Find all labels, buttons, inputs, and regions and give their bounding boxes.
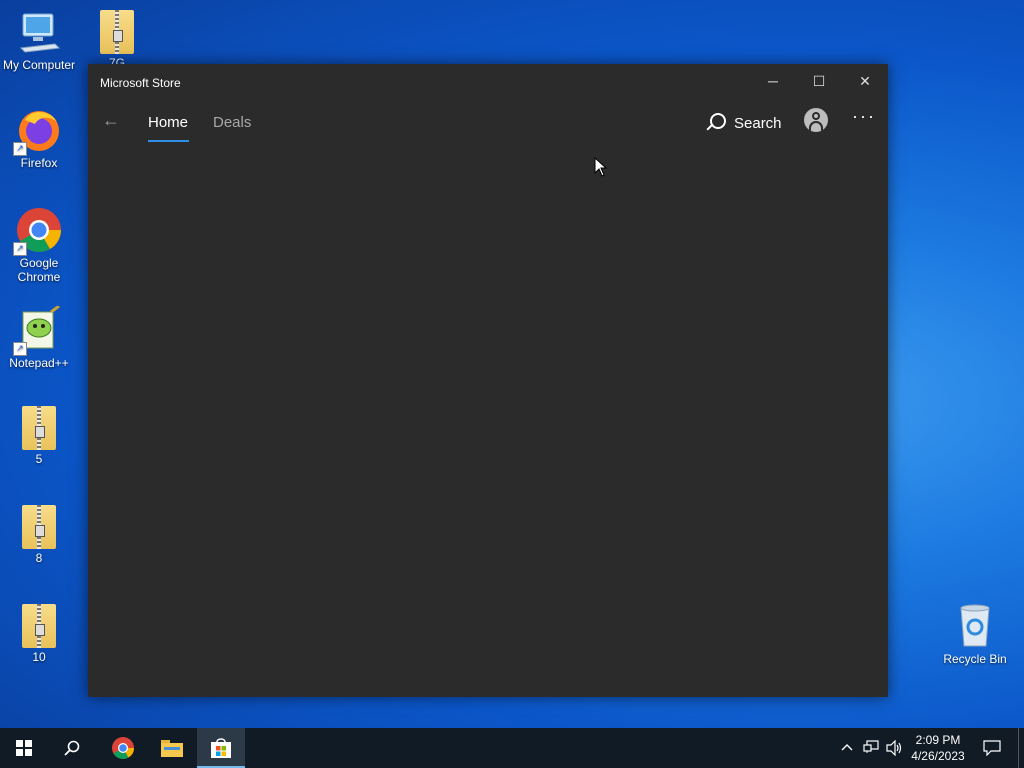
zip-folder-icon	[22, 406, 56, 450]
window-title: Microsoft Store	[100, 76, 181, 90]
chrome-icon	[112, 737, 134, 759]
zip-folder-icon	[100, 10, 134, 54]
minimize-button[interactable]: ─	[750, 64, 796, 98]
desktop-icon-label: Notepad++	[9, 356, 69, 370]
system-clock[interactable]: 2:09 PM 4/26/2023	[902, 732, 974, 764]
folder-icon	[161, 740, 183, 757]
desktop-icon-notepadpp[interactable]: ↗ Notepad++	[1, 304, 77, 370]
shortcut-arrow-icon: ↗	[13, 142, 27, 156]
desktop-icon-7g[interactable]: 7G	[79, 8, 155, 64]
zip-folder-icon	[22, 604, 56, 648]
desktop-icon-label: 8	[35, 551, 43, 565]
clock-date: 4/26/2023	[911, 749, 965, 763]
desktop-icon-label: 10	[32, 650, 46, 664]
microsoft-store-window: Microsoft Store ─ ☐ ✕ ← Home Deals Searc…	[88, 64, 888, 697]
zip-folder-icon	[22, 505, 56, 549]
network-icon	[863, 740, 879, 753]
store-nav-bar: ← Home Deals Search ···	[88, 100, 888, 146]
tab-home[interactable]: Home	[148, 114, 188, 131]
title-bar[interactable]: Microsoft Store ─ ☐ ✕	[88, 64, 888, 100]
computer-icon	[15, 8, 63, 56]
taskbar-chrome[interactable]	[99, 728, 147, 768]
shortcut-arrow-icon: ↗	[13, 242, 27, 256]
search-icon	[710, 113, 726, 129]
shortcut-arrow-icon: ↗	[13, 342, 27, 356]
account-avatar-icon[interactable]	[804, 108, 828, 132]
recycle-bin-icon	[951, 602, 999, 650]
desktop-icon-my-computer[interactable]: My Computer	[1, 8, 77, 72]
action-center-button[interactable]	[978, 728, 1006, 768]
desktop-icon-label: 7G	[108, 56, 125, 64]
network-button[interactable]	[860, 728, 882, 768]
mouse-cursor-icon	[594, 157, 608, 177]
chrome-icon: ↗	[13, 206, 63, 256]
search-icon	[64, 740, 80, 756]
desktop-icon-label: My Computer	[2, 58, 76, 72]
start-button[interactable]	[0, 728, 48, 768]
notepadpp-icon: ↗	[13, 304, 63, 356]
chevron-up-icon	[841, 744, 853, 751]
active-tab-indicator	[148, 140, 189, 142]
desktop-icon-chrome[interactable]: ↗ Google Chrome	[1, 206, 77, 284]
desktop-icon-label: Firefox	[20, 156, 58, 170]
desktop-icon-firefox[interactable]: ↗ Firefox	[1, 106, 77, 170]
notification-icon	[983, 740, 1001, 756]
tab-deals[interactable]: Deals	[213, 114, 251, 131]
store-content-area	[88, 146, 888, 697]
desktop-icon-10[interactable]: 10	[1, 602, 77, 664]
taskbar-microsoft-store[interactable]	[197, 728, 245, 768]
store-bag-icon	[211, 738, 231, 758]
desktop-icon-recycle-bin[interactable]: Recycle Bin	[937, 602, 1013, 666]
more-options-icon[interactable]: ···	[852, 106, 876, 127]
search-button[interactable]: Search	[710, 113, 782, 132]
desktop-icon-label: Recycle Bin	[943, 652, 1007, 666]
desktop-icon-label: 5	[35, 452, 43, 466]
clock-time: 2:09 PM	[915, 733, 961, 747]
desktop-icon-8[interactable]: 8	[1, 503, 77, 565]
desktop-icon-5[interactable]: 5	[1, 404, 77, 466]
back-arrow-icon[interactable]: ←	[102, 108, 122, 132]
taskbar: 2:09 PM 4/26/2023	[0, 728, 1024, 768]
windows-logo-icon	[16, 740, 32, 756]
taskbar-search-button[interactable]	[48, 728, 96, 768]
maximize-button[interactable]: ☐	[796, 64, 842, 98]
desktop-icon-label: Google Chrome	[17, 256, 61, 284]
show-desktop-button[interactable]	[1018, 728, 1024, 768]
close-button[interactable]: ✕	[842, 64, 888, 98]
taskbar-file-explorer[interactable]	[148, 728, 196, 768]
search-label: Search	[734, 115, 782, 132]
firefox-icon: ↗	[13, 106, 63, 156]
show-hidden-icons-button[interactable]	[838, 728, 856, 768]
